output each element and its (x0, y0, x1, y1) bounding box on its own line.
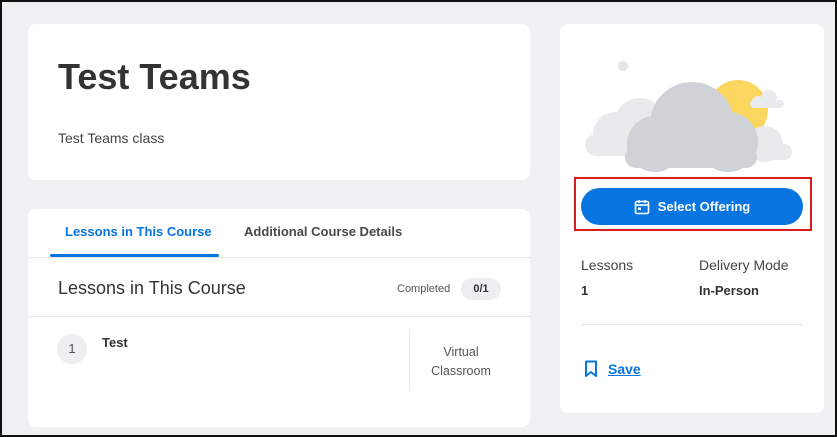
lesson-divider (409, 330, 410, 390)
tab-additional-course-details[interactable]: Additional Course Details (244, 224, 402, 239)
offering-card: Select Offering Lessons 1 Delivery Mode … (560, 24, 824, 413)
lessons-label: Lessons (581, 257, 634, 273)
lessons-value: 1 (581, 283, 589, 298)
delivery-mode-label: Delivery Mode (699, 257, 789, 273)
app-frame: Test Teams Test Teams class Lessons in T… (0, 0, 837, 437)
calendar-icon (634, 199, 650, 214)
course-description: Test Teams class (58, 130, 165, 146)
lessons-section-header: Lessons in This Course Completed 0/1 (28, 258, 530, 317)
completed-count-badge: 0/1 (461, 278, 501, 300)
lessons-card: Lessons in This Course Additional Course… (28, 209, 530, 427)
select-offering-button[interactable]: Select Offering (581, 188, 803, 225)
delivery-mode-value: In-Person (699, 283, 759, 298)
select-offering-label: Select Offering (657, 199, 751, 214)
course-title: Test Teams (58, 56, 251, 97)
section-title: Lessons in This Course (58, 278, 246, 298)
bookmark-icon (585, 360, 597, 377)
cloud-sun-icon (585, 61, 792, 172)
lesson-number: 1 (57, 334, 87, 364)
lesson-type-line2: Classroom (431, 364, 491, 378)
offering-divider (581, 324, 803, 325)
lesson-name[interactable]: Test (102, 335, 128, 350)
course-header-card: Test Teams Test Teams class (28, 24, 530, 180)
lesson-type: Virtual Classroom (421, 343, 501, 381)
course-tabs: Lessons in This Course Additional Course… (28, 209, 530, 258)
tab-lessons-in-this-course[interactable]: Lessons in This Course (65, 224, 212, 239)
save-label[interactable]: Save (608, 361, 641, 377)
active-tab-indicator (50, 254, 219, 257)
save-link[interactable]: Save (584, 360, 641, 378)
lesson-type-line1: Virtual (443, 345, 479, 359)
completed-label: Completed (397, 283, 451, 295)
lesson-list-item[interactable]: 1 Test Virtual Classroom (28, 318, 530, 398)
